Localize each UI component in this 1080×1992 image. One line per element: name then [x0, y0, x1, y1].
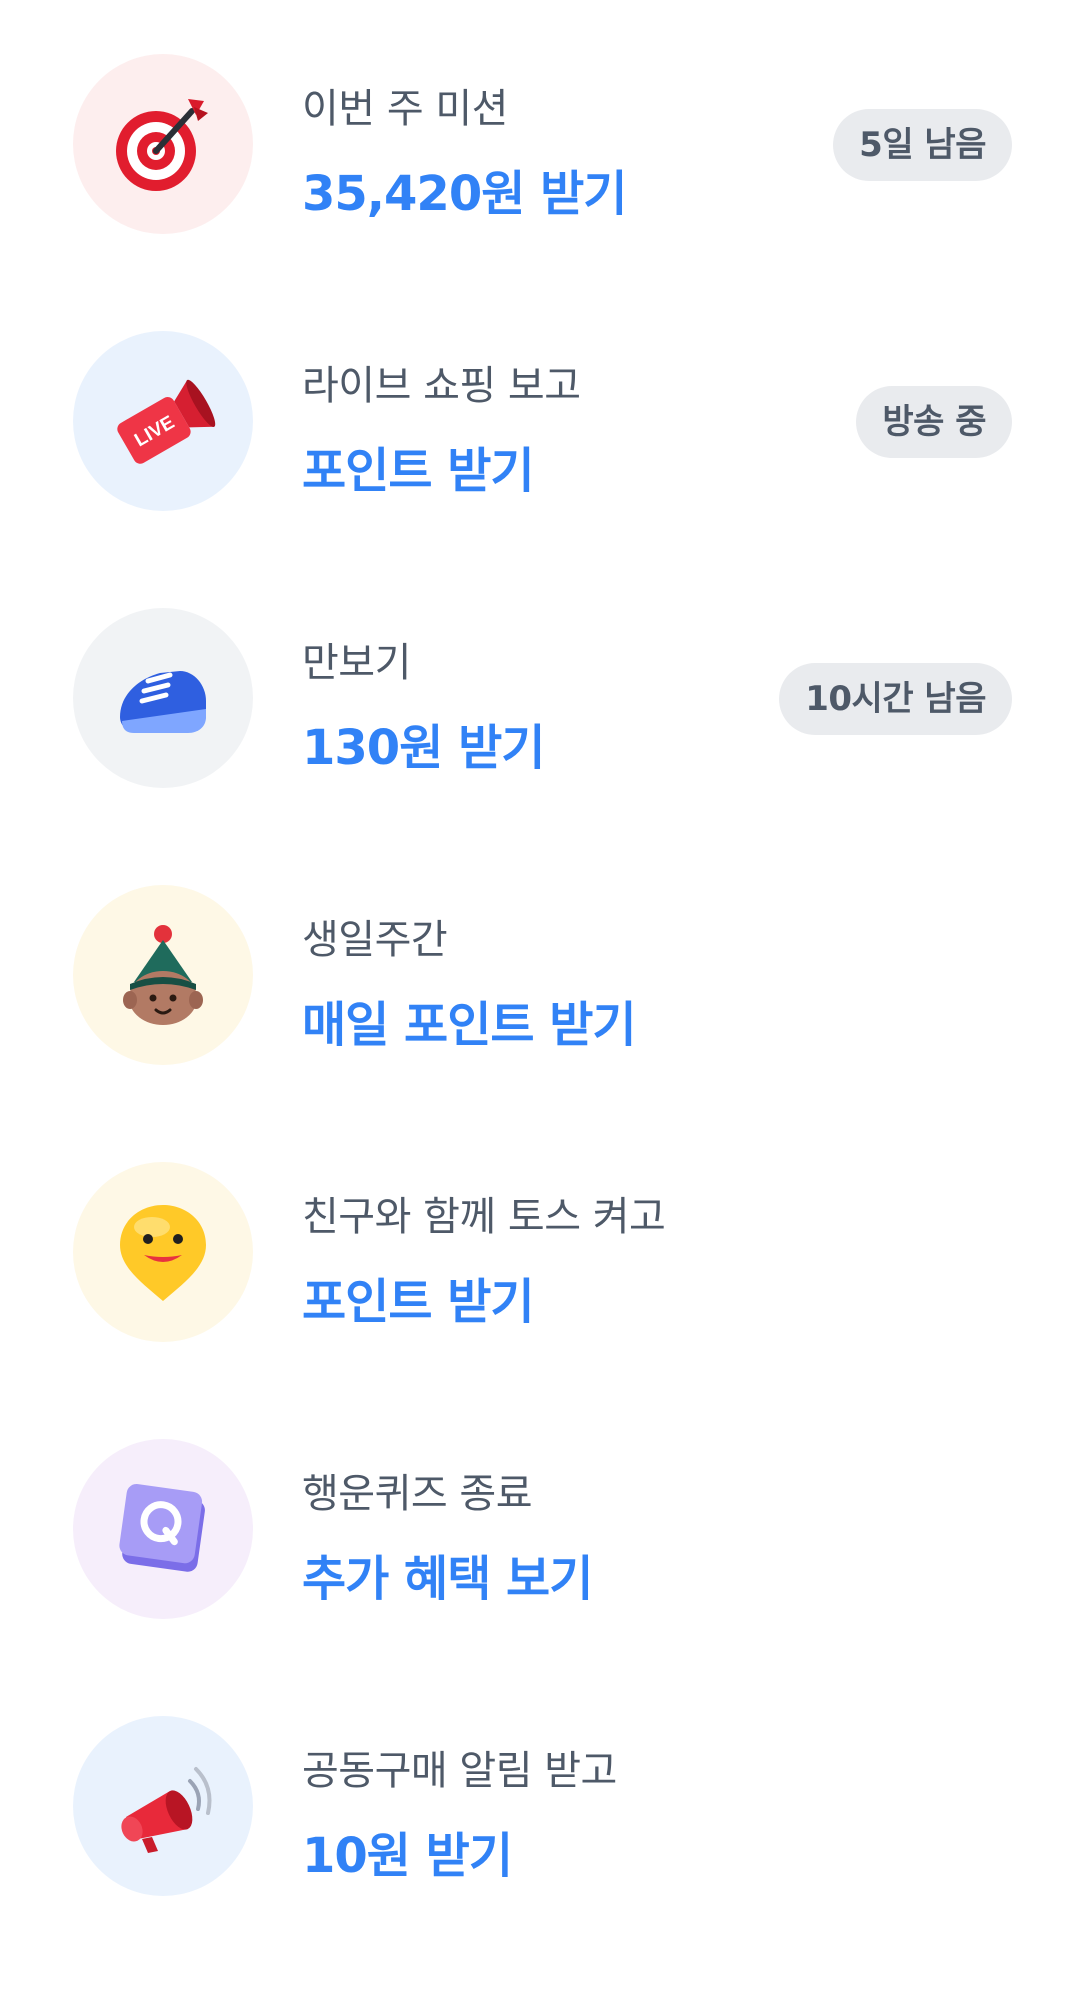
mission-action[interactable]: 35,420원 받기: [302, 154, 627, 224]
mission-item-live-shopping[interactable]: LIVE 라이브 쇼핑 보고 포인트 받기 방송 중: [0, 331, 1080, 607]
mission-item-weekly[interactable]: 이번 주 미션 35,420원 받기 5일 남음: [0, 54, 1080, 330]
mission-item-friends[interactable]: 친구와 함께 토스 켜고 포인트 받기: [0, 1162, 1080, 1438]
mission-title: 행운퀴즈 종료: [302, 1471, 533, 1517]
mission-icon-bg: [73, 1716, 253, 1896]
mission-title: 라이브 쇼핑 보고: [302, 363, 581, 409]
party-hat-face-icon: [123, 925, 203, 1025]
mission-icon-bg: [73, 608, 253, 788]
mission-icon-bg: [73, 1439, 253, 1619]
mission-title: 만보기: [302, 640, 411, 686]
mission-action[interactable]: 포인트 받기: [302, 431, 535, 501]
status-badge: 방송 중: [856, 386, 1012, 458]
mission-action[interactable]: 매일 포인트 받기: [302, 985, 637, 1055]
mission-icon-bg: [73, 54, 253, 234]
quiz-block-icon: [119, 1483, 205, 1572]
status-badge: 5일 남음: [833, 109, 1012, 181]
mission-title: 이번 주 미션: [302, 86, 508, 132]
sneaker-icon: [120, 671, 206, 733]
mission-action[interactable]: 추가 혜택 보기: [302, 1539, 593, 1609]
mission-action[interactable]: 포인트 받기: [302, 1262, 535, 1332]
mission-title: 생일주간: [302, 917, 448, 963]
mission-icon-bg: [73, 1162, 253, 1342]
live-camera-icon: LIVE: [117, 379, 216, 464]
status-badge: 10시간 남음: [779, 663, 1012, 735]
mission-title: 공동구매 알림 받고: [302, 1748, 617, 1794]
mission-title: 친구와 함께 토스 켜고: [302, 1194, 666, 1240]
target-dart-icon: [116, 99, 208, 191]
mission-action[interactable]: 130원 받기: [302, 708, 545, 778]
mission-icon-bg: LIVE: [73, 331, 253, 511]
megaphone-icon: [121, 1767, 212, 1853]
mission-item-pedometer[interactable]: 만보기 130원 받기 10시간 남음: [0, 608, 1080, 884]
smiley-pin-icon: [120, 1205, 206, 1301]
mission-item-group-buy[interactable]: 공동구매 알림 받고 10원 받기: [0, 1716, 1080, 1992]
mission-item-quiz[interactable]: 행운퀴즈 종료 추가 혜택 보기: [0, 1439, 1080, 1715]
mission-item-birthday[interactable]: 생일주간 매일 포인트 받기: [0, 885, 1080, 1161]
mission-action[interactable]: 10원 받기: [302, 1816, 513, 1886]
mission-list: 이번 주 미션 35,420원 받기 5일 남음 LIVE 라이브 쇼핑 보고 …: [0, 0, 1080, 1913]
mission-icon-bg: [73, 885, 253, 1065]
